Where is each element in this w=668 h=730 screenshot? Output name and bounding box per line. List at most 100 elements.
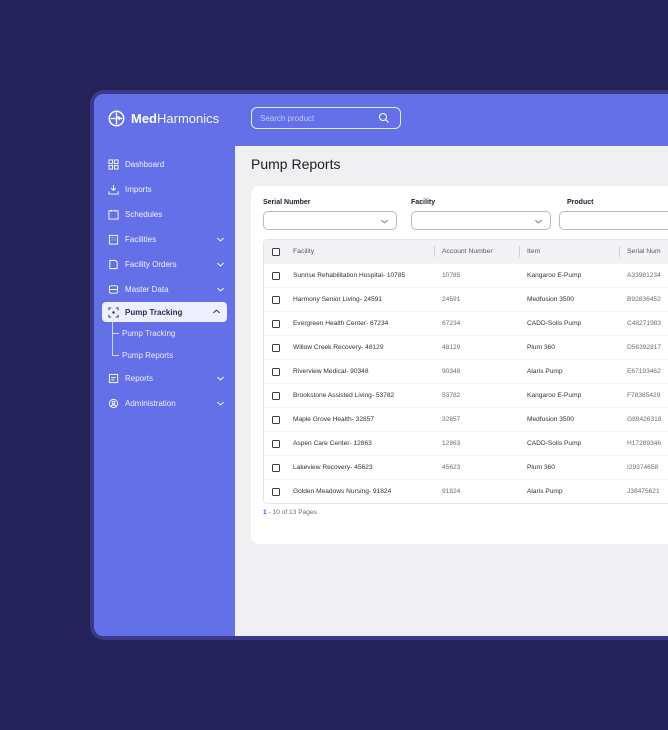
- header-item[interactable]: Item: [527, 240, 540, 263]
- cell-item: Plum 360: [527, 464, 555, 471]
- cell-serial-number: D56392817: [627, 344, 662, 351]
- cell-facility: Evergreen Health Center- 67234: [293, 320, 389, 327]
- row-checkbox[interactable]: [272, 367, 280, 376]
- cell-facility: Brookstone Assisted Living- 53782: [293, 392, 395, 399]
- cell-serial-number: B92836452: [627, 296, 661, 303]
- sidebar-item-reports[interactable]: Reports: [94, 366, 235, 391]
- sidebar-item-label: Imports: [125, 185, 152, 194]
- filter-label-facility: Facility: [411, 199, 436, 206]
- serial-number-select[interactable]: [263, 211, 397, 230]
- header-account-number[interactable]: Account Number: [442, 240, 493, 263]
- row-check-cell: [272, 360, 280, 383]
- table-row[interactable]: Aspen Care Center- 12863 12863 CADD-Solis …: [264, 431, 668, 455]
- grid-icon: [108, 159, 119, 170]
- reports-card: Serial Number Facility Product Facility …: [251, 186, 668, 544]
- cell-facility: Harmony Senior Living- 24591: [293, 296, 383, 303]
- sidebar-item-master-data[interactable]: Master Data: [94, 277, 235, 302]
- row-checkbox[interactable]: [272, 439, 280, 448]
- sidebar-nav: Dashboard Imports Schedules Facilities F…: [94, 152, 235, 416]
- page-title: Pump Reports: [251, 156, 341, 172]
- row-checkbox[interactable]: [272, 343, 280, 352]
- building-icon: [108, 234, 119, 245]
- cell-facility: Maple Grove Health- 32857: [293, 416, 375, 423]
- row-checkbox[interactable]: [272, 391, 280, 400]
- facility-select[interactable]: [411, 211, 551, 230]
- row-checkbox[interactable]: [272, 319, 280, 328]
- sidebar-subitem-label: Pump Tracking: [122, 328, 176, 338]
- table-row[interactable]: Golden Meadows Nursing- 91824 91824 Alaris…: [264, 479, 668, 503]
- chevron-down-icon: [534, 219, 543, 224]
- chevron-down-icon[interactable]: [216, 374, 225, 383]
- product-select[interactable]: [559, 211, 668, 230]
- table-row[interactable]: Brookstone Assisted Living- 53782 53782 Ka…: [264, 383, 668, 407]
- filter-label-product: Product: [567, 199, 594, 206]
- orders-icon: [109, 259, 118, 270]
- column-divider: [434, 246, 435, 257]
- row-checkbox[interactable]: [272, 415, 280, 424]
- header-facility[interactable]: Facility: [293, 240, 314, 263]
- table-row[interactable]: Harmony Senior Living- 24591 24591 Medfusi…: [264, 287, 668, 311]
- cell-item: Alaris Pump: [527, 368, 563, 375]
- column-divider: [619, 246, 620, 257]
- sidebar-item-label: Facilities: [125, 235, 157, 244]
- table-body: Sunrise Rehabilitation Hospital- 10785 10…: [264, 263, 668, 503]
- sidebar-item-label: Pump Tracking: [125, 307, 183, 317]
- cell-facility: Golden Meadows Nursing- 91824: [293, 488, 392, 495]
- search-icon[interactable]: [378, 112, 390, 124]
- row-checkbox[interactable]: [272, 271, 280, 280]
- sidebar-subitem-pump-tracking[interactable]: Pump Tracking: [94, 322, 235, 344]
- sidebar-item-pump-tracking[interactable]: Pump Tracking: [102, 302, 227, 322]
- row-check-cell: [272, 480, 280, 503]
- cell-item: CADD-Solis Pump: [527, 320, 582, 327]
- chevron-up-icon[interactable]: [212, 307, 221, 316]
- tracking-icon: [108, 306, 119, 318]
- cell-account-number: 53782: [442, 392, 461, 399]
- table-row[interactable]: Lakeview Recovery- 45623 45623 Plum 360 I29…: [264, 455, 668, 479]
- cell-facility: Aspen Care Center- 12863: [293, 440, 372, 447]
- cell-serial-number: C48271983: [627, 320, 662, 327]
- chevron-down-icon[interactable]: [216, 235, 225, 244]
- header-serial-number[interactable]: Serial Num: [627, 240, 661, 263]
- table-row[interactable]: Sunrise Rehabilitation Hospital- 10785 10…: [264, 263, 668, 287]
- tree-tick: [112, 333, 119, 334]
- row-checkbox[interactable]: [272, 295, 280, 304]
- medharmonics-logo-icon: [108, 110, 125, 127]
- row-check-cell: [272, 264, 280, 287]
- row-checkbox[interactable]: [272, 463, 280, 472]
- table-row[interactable]: Riverview Medical- 90348 90348 Alaris Pump…: [264, 359, 668, 383]
- brand-logo[interactable]: MedHarmonics: [108, 110, 219, 127]
- row-check-cell: [272, 288, 280, 311]
- tree-tick: [112, 355, 119, 356]
- cell-serial-number: G89426318: [627, 416, 662, 423]
- cell-serial-number: F78365429: [627, 392, 661, 399]
- sidebar-item-facility-orders[interactable]: Facility Orders: [94, 252, 235, 277]
- select-all-checkbox[interactable]: [272, 247, 280, 256]
- sidebar-item-label: Administration: [125, 399, 176, 408]
- search-input[interactable]: [252, 108, 362, 129]
- sidebar-item-schedules[interactable]: Schedules: [94, 202, 235, 227]
- search-box[interactable]: [251, 107, 401, 129]
- cell-serial-number: J38475621: [627, 488, 660, 495]
- sidebar-subitem-pump-reports[interactable]: Pump Reports: [94, 344, 235, 366]
- sidebar-item-facilities[interactable]: Facilities: [94, 227, 235, 252]
- table-row[interactable]: Evergreen Health Center- 67234 67234 CADD-…: [264, 311, 668, 335]
- cell-item: Alaris Pump: [527, 488, 563, 495]
- chevron-down-icon[interactable]: [216, 260, 225, 269]
- cell-item: CADD-Solis Pump: [527, 440, 582, 447]
- sidebar-item-imports[interactable]: Imports: [94, 177, 235, 202]
- row-check-cell: [272, 432, 280, 455]
- import-icon: [108, 184, 119, 195]
- cell-account-number: 90348: [442, 368, 461, 375]
- row-check-cell: [272, 336, 280, 359]
- sidebar-item-dashboard[interactable]: Dashboard: [94, 152, 235, 177]
- row-check-cell: [272, 408, 280, 431]
- sidebar-item-label: Schedules: [125, 210, 163, 219]
- chevron-down-icon[interactable]: [216, 285, 225, 294]
- sidebar-item-administration[interactable]: Administration: [94, 391, 235, 416]
- table-row[interactable]: Maple Grove Health- 32857 32857 Medfusion …: [264, 407, 668, 431]
- cell-account-number: 12863: [442, 440, 461, 447]
- table-row[interactable]: Willow Creek Recovery- 48129 48129 Plum 36…: [264, 335, 668, 359]
- chevron-down-icon[interactable]: [216, 399, 225, 408]
- row-checkbox[interactable]: [272, 487, 280, 496]
- main-content: Pump Reports Serial Number Facility Prod…: [235, 146, 668, 636]
